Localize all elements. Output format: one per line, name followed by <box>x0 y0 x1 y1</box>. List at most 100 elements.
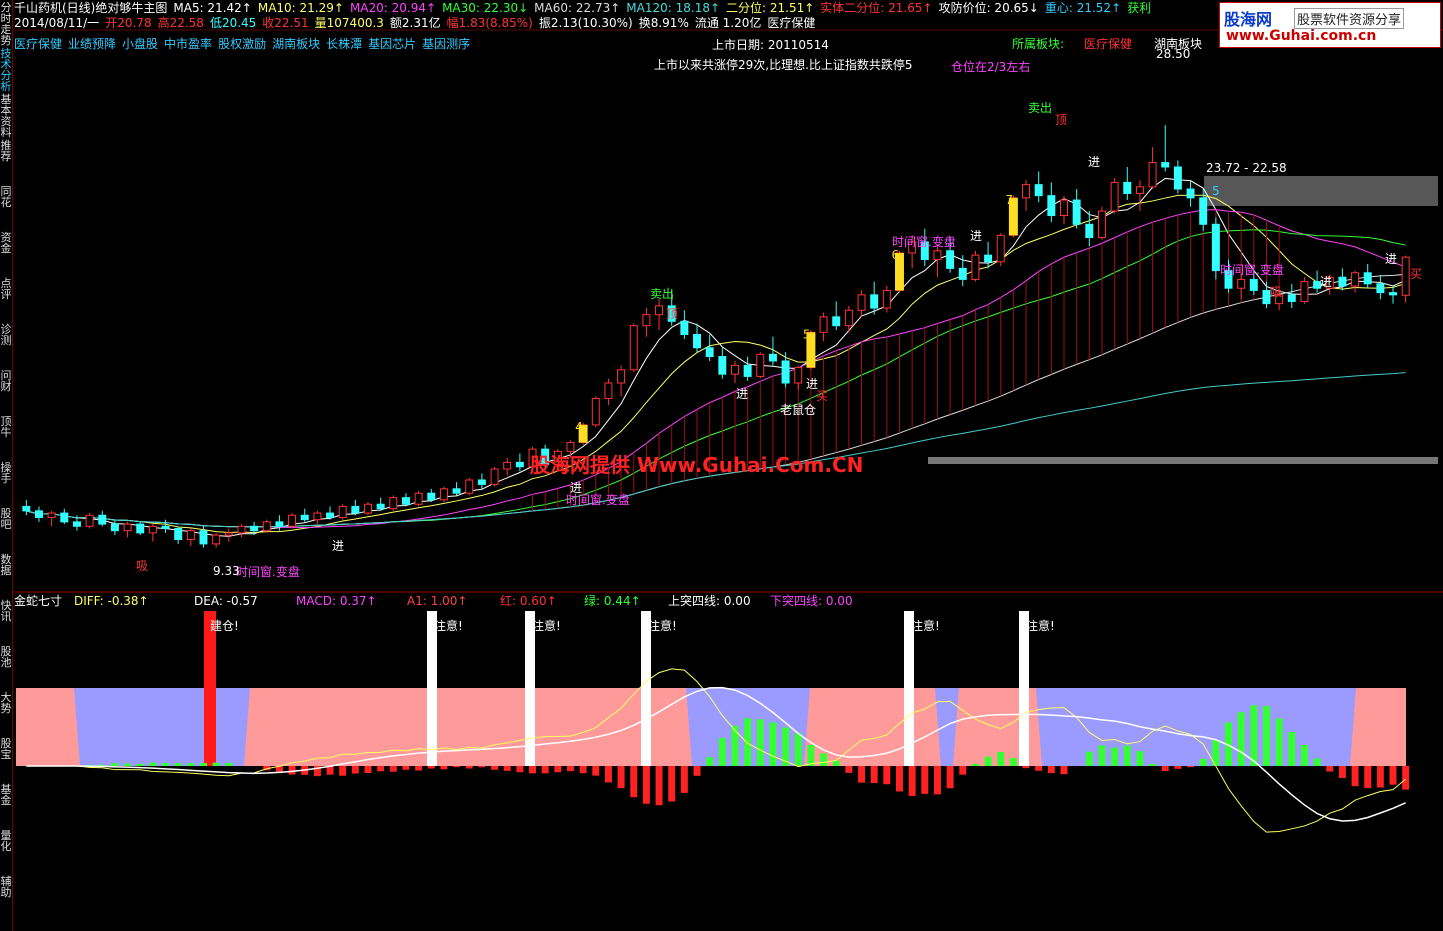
quote-field-6: 额2.31亿 <box>389 16 441 30</box>
macd-note: 注意! <box>434 618 463 633</box>
candle-down <box>22 505 31 512</box>
candle-up <box>1351 272 1360 287</box>
ma60-line <box>26 273 1406 528</box>
candle-down <box>376 503 385 510</box>
candle-up <box>1300 281 1309 302</box>
candle-up <box>819 316 828 333</box>
sidebar-item-7[interactable]: 诊 测 <box>0 324 12 346</box>
candle-down <box>427 492 436 501</box>
concept-tag-3: 中市盈率 <box>164 37 213 51</box>
sidebar-item-15[interactable]: 大 势 <box>0 692 12 714</box>
sell-label: 卖出 <box>650 287 674 301</box>
candle-up <box>1148 162 1157 188</box>
ma20-line <box>26 209 1406 529</box>
sidebar-item-3[interactable]: 推 荐 <box>0 140 12 162</box>
candle-down <box>1199 197 1208 225</box>
candle-up <box>857 294 866 311</box>
candle-up <box>313 512 322 521</box>
ma-value-5: MA60: 22.73↑ <box>534 1 621 15</box>
macd-marker-red <box>204 611 216 766</box>
sidebar-item-11[interactable]: 股 吧 <box>0 508 12 530</box>
candle-up <box>629 325 638 371</box>
position-hint: 仓位在2/3左右 <box>951 60 1031 74</box>
sidebar-item-19[interactable]: 辅 助 <box>0 876 12 898</box>
absorb-label-2: 吸 <box>1270 285 1282 299</box>
ma-value-7: 二分位: 21.51↑ <box>726 1 815 15</box>
macd-zone-blue <box>1036 688 1356 766</box>
candle-up <box>237 525 246 534</box>
candle-down <box>174 527 183 541</box>
ma120-line <box>26 372 1406 528</box>
macd-note-build: 建仓! <box>210 619 239 633</box>
sidebar-item-10[interactable]: 操 手 <box>0 462 12 484</box>
sidebar-item-2[interactable]: 基 本 资 料 <box>0 94 12 138</box>
listing-summary: 上市以来共涨停29次,比理想.比上证指数共跌停5 <box>654 58 913 72</box>
candle-down <box>136 523 145 534</box>
candle-down <box>98 514 107 525</box>
macd-title: 金蛇七寸 <box>14 593 62 608</box>
candle-down <box>452 488 461 494</box>
candle-down <box>351 505 360 514</box>
ma5-line <box>26 177 1406 537</box>
candle-up <box>1237 278 1246 289</box>
candle-up <box>47 512 56 518</box>
sidebar-item-17[interactable]: 基 金 <box>0 784 12 806</box>
sidebar-item-13[interactable]: 快 讯 <box>0 600 12 622</box>
ma-value-2: MA10: 21.29↑ <box>257 1 344 15</box>
sidebar-item-5[interactable]: 资 金 <box>0 232 12 254</box>
sidebar-item-9[interactable]: 顶 牛 <box>0 416 12 438</box>
candle-up <box>996 234 1005 263</box>
candle-down <box>72 521 81 527</box>
candle-down <box>718 356 727 375</box>
candle-up <box>756 353 765 377</box>
candle-up <box>503 461 512 470</box>
sidebar-item-16[interactable]: 股 宝 <box>0 738 12 760</box>
ma-value-6: MA120: 18.18↑ <box>626 1 721 15</box>
macd-marker <box>427 611 437 766</box>
candle-up <box>490 468 499 485</box>
sidebar-item-14[interactable]: 股 池 <box>0 646 12 668</box>
sidebar-item-4[interactable]: 同 花 <box>0 186 12 208</box>
sidebar-item-6[interactable]: 点 评 <box>0 278 12 300</box>
macd-marker <box>1019 611 1029 766</box>
candle-up <box>642 314 651 327</box>
candle-down <box>1249 278 1258 291</box>
candle-up <box>731 364 739 375</box>
sidebar-item-8[interactable]: 问 财 <box>0 370 12 392</box>
candle-up <box>465 479 474 494</box>
box-number: 5 <box>1212 184 1220 198</box>
window-label-2: 时间窗.变盘 <box>1220 262 1284 277</box>
candle-down <box>161 525 170 529</box>
candle-down <box>35 510 43 518</box>
quote-field-8: 振2.13(10.30%) <box>538 16 633 30</box>
candle-down <box>870 294 879 309</box>
ma-value-0: 千山药机(日线)绝对够牛主图 <box>14 1 168 15</box>
macd-indicator-1: DEA: -0.57 <box>194 594 258 608</box>
logo-url: www.Guhai.com.cn <box>1226 28 1377 44</box>
sidebar-item-12[interactable]: 数 据 <box>0 554 12 576</box>
signal-number: 6 <box>891 248 899 262</box>
macd-note: 注意! <box>911 618 940 633</box>
window-label-3: 时间窗.变盘 <box>566 492 630 507</box>
candle-up <box>1110 181 1119 212</box>
candle-down <box>1173 166 1182 190</box>
candle-up <box>882 289 891 309</box>
sidebar-item-1[interactable]: 技 术 分 析 <box>0 48 12 92</box>
candle-down <box>1363 272 1372 285</box>
sidebar-item-18[interactable]: 量 化 <box>0 830 12 852</box>
candle-down <box>199 530 208 545</box>
sector-label: 所属板块: <box>1012 37 1065 51</box>
ma-value-8: 实体二分位: 21.65↑ <box>820 1 933 15</box>
candle-down <box>832 316 841 327</box>
top-label: 顶 <box>666 307 678 321</box>
candle-up <box>364 503 372 514</box>
candle-down <box>693 334 701 349</box>
site-logo[interactable]: 股海网 股票软件资源分享 www.Guhai.com.cn <box>1219 2 1441 48</box>
candle-up <box>389 497 398 510</box>
ma10-line <box>26 194 1406 534</box>
logo-name: 股海网 <box>1224 10 1273 29</box>
sidebar-item-0[interactable]: 分 时 走 势 <box>0 2 12 46</box>
quote-field-3: 低20.45 <box>209 16 257 30</box>
window-label: 时间窗.变盘 <box>892 234 956 249</box>
candle-up <box>655 305 664 316</box>
